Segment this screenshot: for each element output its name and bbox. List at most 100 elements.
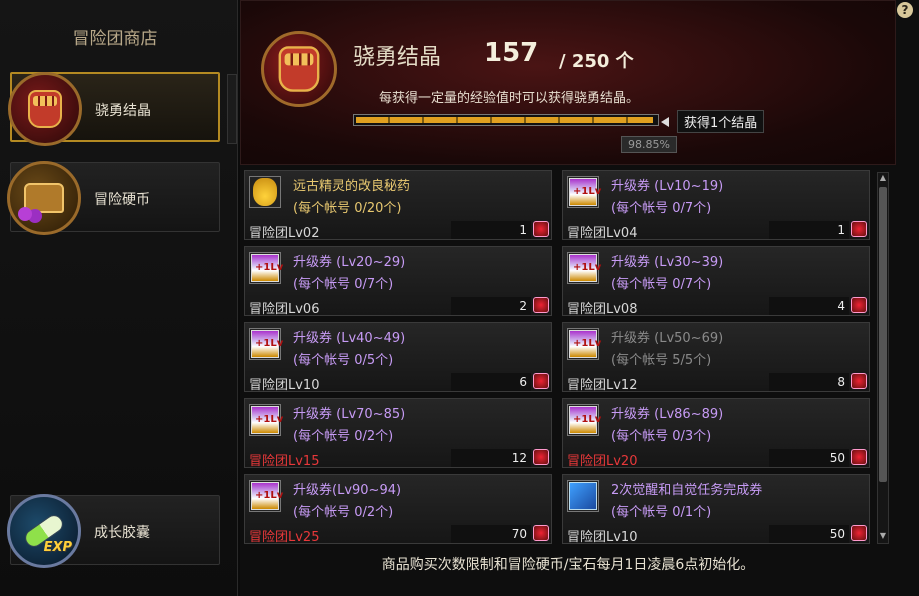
item-grid: 远古精灵的改良秘药 (每个帐号 0/20个) 冒险团Lv02 1 +1Lv 升级券 (Lv… (244, 170, 876, 550)
sidebar-item-label: 冒险硬币 (94, 192, 150, 208)
item-price: 6 (451, 373, 531, 391)
item-name: 升级券 (Lv86~89) (611, 407, 724, 422)
currency-title: 骁勇结晶 (353, 45, 442, 70)
item-name: 升级券 (Lv10~19) (611, 179, 724, 194)
item-name: 升级券(Lv90~94) (293, 483, 402, 498)
shop-item-card[interactable]: +1Lv 升级券 (Lv70~85) (每个帐号 0/2个) 冒险团Lv15 12 (244, 398, 552, 469)
levelup-ticket-icon: +1Lv (567, 176, 601, 208)
shop-item-card[interactable]: +1Lv 升级券 (Lv10~19) (每个帐号 0/7个) 冒险团Lv04 1 (562, 170, 870, 241)
crystal-currency-icon (851, 449, 867, 465)
item-level-requirement: 冒险团Lv10 (567, 530, 638, 545)
item-price: 1 (451, 221, 531, 239)
scroll-thumb[interactable] (879, 187, 887, 482)
progress-label: 获得1个结晶 (677, 110, 765, 133)
sidebar-item-label: 骁勇结晶 (95, 103, 151, 119)
sidebar-item-growth-capsule[interactable]: EXP 成长胶囊 (7, 494, 220, 568)
crystal-description: 每获得一定量的经验值时可以获得骁勇结晶。 (379, 91, 640, 106)
crystal-progress-bar (353, 114, 659, 126)
crystal-currency-icon (533, 449, 549, 465)
scroll-down-icon[interactable]: ▼ (878, 531, 888, 543)
item-price: 2 (451, 297, 531, 315)
item-level-requirement: 冒险团Lv15 (249, 454, 320, 469)
item-price: 1 (769, 221, 849, 239)
item-level-requirement: 冒险团Lv02 (249, 226, 320, 241)
crystal-currency-icon (851, 221, 867, 237)
scroll-up-icon[interactable]: ▲ (878, 173, 888, 185)
shop-main: 骁勇结晶 157 / 250 个 每获得一定量的经验值时可以获得骁勇结晶。 获得… (240, 0, 919, 596)
levelup-ticket-icon: +1Lv (567, 328, 601, 360)
item-price: 70 (451, 525, 531, 543)
reset-notice: 商品购买次数限制和冒险硬币/宝石每月1日凌晨6点初始化。 (381, 557, 755, 573)
item-name: 升级券 (Lv20~29) (293, 255, 406, 270)
crystal-currency-icon (851, 373, 867, 389)
levelup-ticket-icon: +1Lv (249, 328, 283, 360)
item-price: 50 (769, 449, 849, 467)
sidebar-scrollbar[interactable] (227, 74, 237, 144)
item-purchase-limit: (每个帐号 0/5个) (293, 353, 394, 368)
item-level-requirement: 冒险团Lv10 (249, 378, 320, 393)
exp-capsule-icon: EXP (7, 494, 81, 568)
shop-item-card[interactable]: +1Lv 升级券 (Lv86~89) (每个帐号 0/3个) 冒险团Lv20 50 (562, 398, 870, 469)
fist-crystal-icon (8, 72, 82, 146)
help-icon[interactable]: ? (897, 2, 913, 18)
levelup-ticket-icon: +1Lv (249, 480, 283, 512)
crystal-currency-icon (851, 525, 867, 541)
item-purchase-limit: (每个帐号 5/5个) (611, 353, 712, 368)
shop-item-card[interactable]: +1Lv 升级券 (Lv30~39) (每个帐号 0/7个) 冒险团Lv08 4 (562, 246, 870, 317)
crystal-currency-icon (533, 221, 549, 237)
item-purchase-limit: (每个帐号 0/2个) (293, 429, 394, 444)
item-name: 升级券 (Lv50~69) (611, 331, 724, 346)
crystal-count: 157 (484, 38, 539, 68)
treasure-chest-icon (7, 161, 81, 235)
fist-crystal-icon (261, 31, 337, 107)
item-purchase-limit: (每个帐号 0/7个) (293, 277, 394, 292)
levelup-ticket-icon: +1Lv (249, 252, 283, 284)
item-purchase-limit: (每个帐号 0/20个) (293, 201, 402, 216)
shop-item-card[interactable]: +1Lv 升级券 (Lv50~69) (每个帐号 5/5个) 冒险团Lv12 8 (562, 322, 870, 393)
item-purchase-limit: (每个帐号 0/7个) (611, 277, 712, 292)
crystal-currency-icon (851, 297, 867, 313)
item-level-requirement: 冒险团Lv06 (249, 302, 320, 317)
potion-icon (249, 176, 281, 208)
sidebar-item-valor-crystal[interactable]: 骁勇结晶 (8, 72, 220, 146)
item-purchase-limit: (每个帐号 0/1个) (611, 505, 712, 520)
item-name: 2次觉醒和自觉任务完成券 (611, 483, 763, 498)
item-level-requirement: 冒险团Lv08 (567, 302, 638, 317)
shop-item-card[interactable]: 2次觉醒和自觉任务完成券 (每个帐号 0/1个) 冒险团Lv10 50 (562, 474, 870, 545)
item-price: 50 (769, 525, 849, 543)
levelup-ticket-icon: +1Lv (567, 252, 601, 284)
crystal-header: 骁勇结晶 157 / 250 个 每获得一定量的经验值时可以获得骁勇结晶。 获得… (240, 0, 896, 165)
item-scrollbar[interactable]: ▲ ▼ (877, 172, 889, 544)
item-price: 12 (451, 449, 531, 467)
crystal-currency-icon (533, 525, 549, 541)
crystal-currency-icon (533, 297, 549, 313)
arrow-left-icon (661, 117, 669, 127)
item-level-requirement: 冒险团Lv20 (567, 454, 638, 469)
sidebar: 冒险团商店 骁勇结晶 冒险硬币 EXP 成长胶囊 (0, 0, 238, 596)
item-price: 8 (769, 373, 849, 391)
shop-item-card[interactable]: +1Lv 升级券 (Lv40~49) (每个帐号 0/5个) 冒险团Lv10 6 (244, 322, 552, 393)
crystal-max: / 250 个 (559, 51, 634, 72)
shop-item-card[interactable]: +1Lv 升级券(Lv90~94) (每个帐号 0/2个) 冒险团Lv25 70 (244, 474, 552, 545)
item-level-requirement: 冒险团Lv25 (249, 530, 320, 545)
progress-fill (356, 117, 653, 123)
progress-percent: 98.85% (621, 136, 677, 153)
crystal-currency-icon (533, 373, 549, 389)
item-name: 远古精灵的改良秘药 (293, 179, 411, 194)
sidebar-item-label: 成长胶囊 (94, 525, 150, 541)
levelup-ticket-icon: +1Lv (567, 404, 601, 436)
quest-ticket-icon (567, 480, 599, 512)
sidebar-item-adventure-coin[interactable]: 冒险硬币 (7, 161, 220, 235)
levelup-ticket-icon: +1Lv (249, 404, 283, 436)
item-purchase-limit: (每个帐号 0/7个) (611, 201, 712, 216)
shop-item-card[interactable]: 远古精灵的改良秘药 (每个帐号 0/20个) 冒险团Lv02 1 (244, 170, 552, 241)
shop-item-card[interactable]: +1Lv 升级券 (Lv20~29) (每个帐号 0/7个) 冒险团Lv06 2 (244, 246, 552, 317)
item-name: 升级券 (Lv30~39) (611, 255, 724, 270)
item-level-requirement: 冒险团Lv04 (567, 226, 638, 241)
item-name: 升级券 (Lv40~49) (293, 331, 406, 346)
shop-title: 冒险团商店 (72, 29, 158, 49)
item-level-requirement: 冒险团Lv12 (567, 378, 638, 393)
item-purchase-limit: (每个帐号 0/3个) (611, 429, 712, 444)
item-name: 升级券 (Lv70~85) (293, 407, 406, 422)
item-price: 4 (769, 297, 849, 315)
